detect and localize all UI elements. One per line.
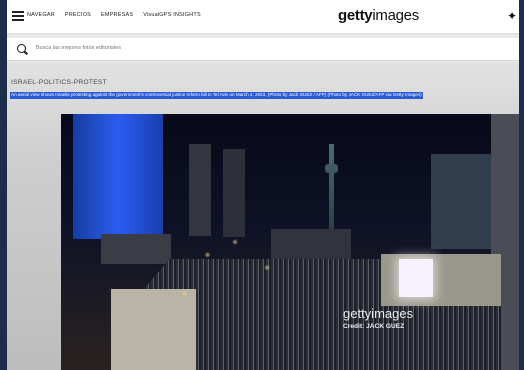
- top-navigation-bar: NAVEGAR PRECIOS EMPRESAS VisualGPS INSIG…: [7, 0, 519, 34]
- image-detail-area: ISRAEL-POLITICS-PROTEST An aerial view s…: [7, 62, 519, 370]
- image-title: ISRAEL-POLITICS-PROTEST: [11, 79, 107, 86]
- search-icon[interactable]: [17, 44, 26, 53]
- nav-item-navegar[interactable]: NAVEGAR: [27, 12, 55, 18]
- protest-photo[interactable]: gettyimages Credit: JACK GUEZ: [61, 114, 519, 370]
- hamburger-menu-icon[interactable]: [12, 11, 24, 21]
- nav-item-empresas[interactable]: EMPRESAS: [101, 12, 133, 18]
- browser-page: NAVEGAR PRECIOS EMPRESAS VisualGPS INSIG…: [7, 0, 519, 370]
- photo-credit: Credit: JACK GUEZ: [343, 323, 405, 330]
- gettyimages-logo[interactable]: gettyimages: [338, 7, 419, 24]
- image-caption: An aerial view shows Israelis protesting…: [10, 92, 423, 99]
- logo-light: images: [372, 7, 419, 24]
- search-bar[interactable]: Busca las mejores fotos editoriales: [7, 38, 519, 61]
- city-lights: [61, 114, 519, 370]
- nav-item-visualgps-insights[interactable]: VisualGPS INSIGHTS: [143, 12, 201, 18]
- gettyimages-watermark: gettyimages: [343, 306, 414, 321]
- main-nav: NAVEGAR PRECIOS EMPRESAS VisualGPS INSIG…: [27, 12, 201, 18]
- logo-bold: getty: [338, 7, 373, 24]
- sparkle-icon[interactable]: ✦: [507, 9, 517, 23]
- nav-item-precios[interactable]: PRECIOS: [65, 12, 91, 18]
- search-input[interactable]: Busca las mejores fotos editoriales: [36, 45, 121, 51]
